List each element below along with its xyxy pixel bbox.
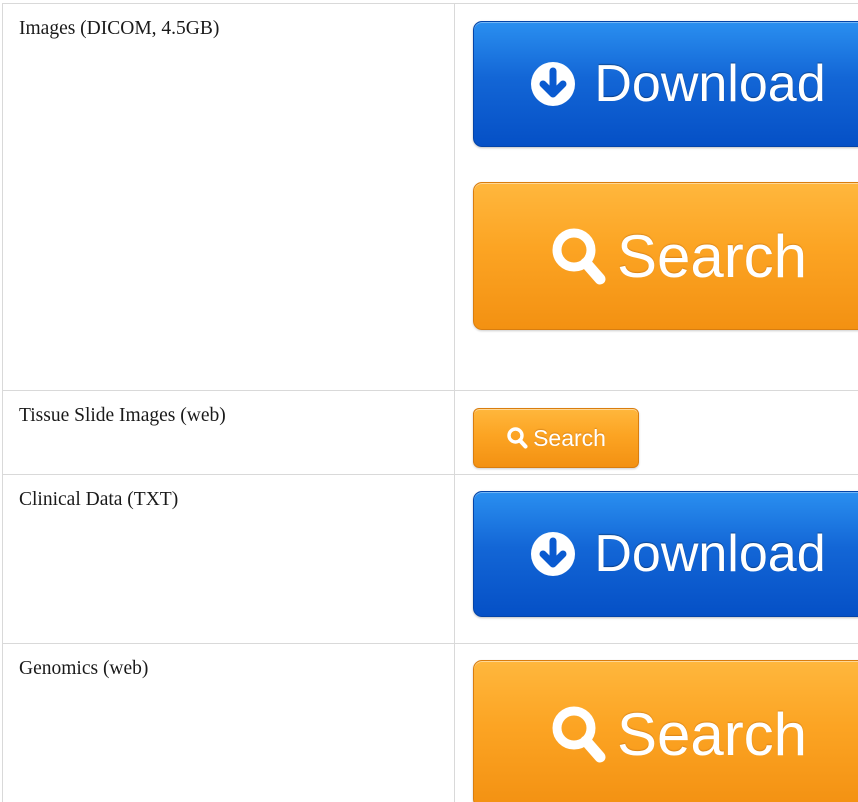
page: Images (DICOM, 4.5GB) Download Search Ti… [0, 0, 858, 802]
search-button-label: Search [533, 424, 606, 451]
download-button-label: Download [594, 525, 826, 583]
search-button-label: Search [616, 222, 808, 290]
row-label: Images (DICOM, 4.5GB) [19, 18, 220, 39]
search-button-label: Search [616, 700, 808, 768]
search-icon [506, 426, 528, 450]
table-row: Images (DICOM, 4.5GB) Download Search [2, 3, 858, 391]
download-button-label: Download [594, 55, 826, 113]
row-label: Clinical Data (TXT) [19, 489, 179, 510]
download-button[interactable]: Download [473, 21, 858, 147]
action-cell: Download [454, 474, 858, 644]
search-icon [549, 225, 607, 287]
download-button[interactable]: Download [473, 491, 858, 617]
label-cell: Tissue Slide Images (web) [2, 390, 455, 475]
action-cell: Search [454, 390, 858, 475]
data-table: Images (DICOM, 4.5GB) Download Search Ti… [2, 3, 858, 802]
label-cell: Clinical Data (TXT) [2, 474, 455, 644]
search-icon [549, 703, 607, 765]
table-row: Genomics (web) Search [2, 643, 858, 802]
search-button[interactable]: Search [473, 660, 858, 802]
download-icon [530, 61, 576, 107]
download-icon [530, 531, 576, 577]
label-cell: Images (DICOM, 4.5GB) [2, 3, 455, 391]
row-label: Tissue Slide Images (web) [19, 405, 226, 426]
action-cell: Download Search [454, 3, 858, 391]
table-row: Clinical Data (TXT) Download [2, 474, 858, 644]
table-row: Tissue Slide Images (web) Search [2, 390, 858, 475]
row-label: Genomics (web) [19, 658, 149, 679]
action-cell: Search [454, 643, 858, 802]
search-button[interactable]: Search [473, 408, 639, 468]
label-cell: Genomics (web) [2, 643, 455, 802]
search-button[interactable]: Search [473, 182, 858, 330]
